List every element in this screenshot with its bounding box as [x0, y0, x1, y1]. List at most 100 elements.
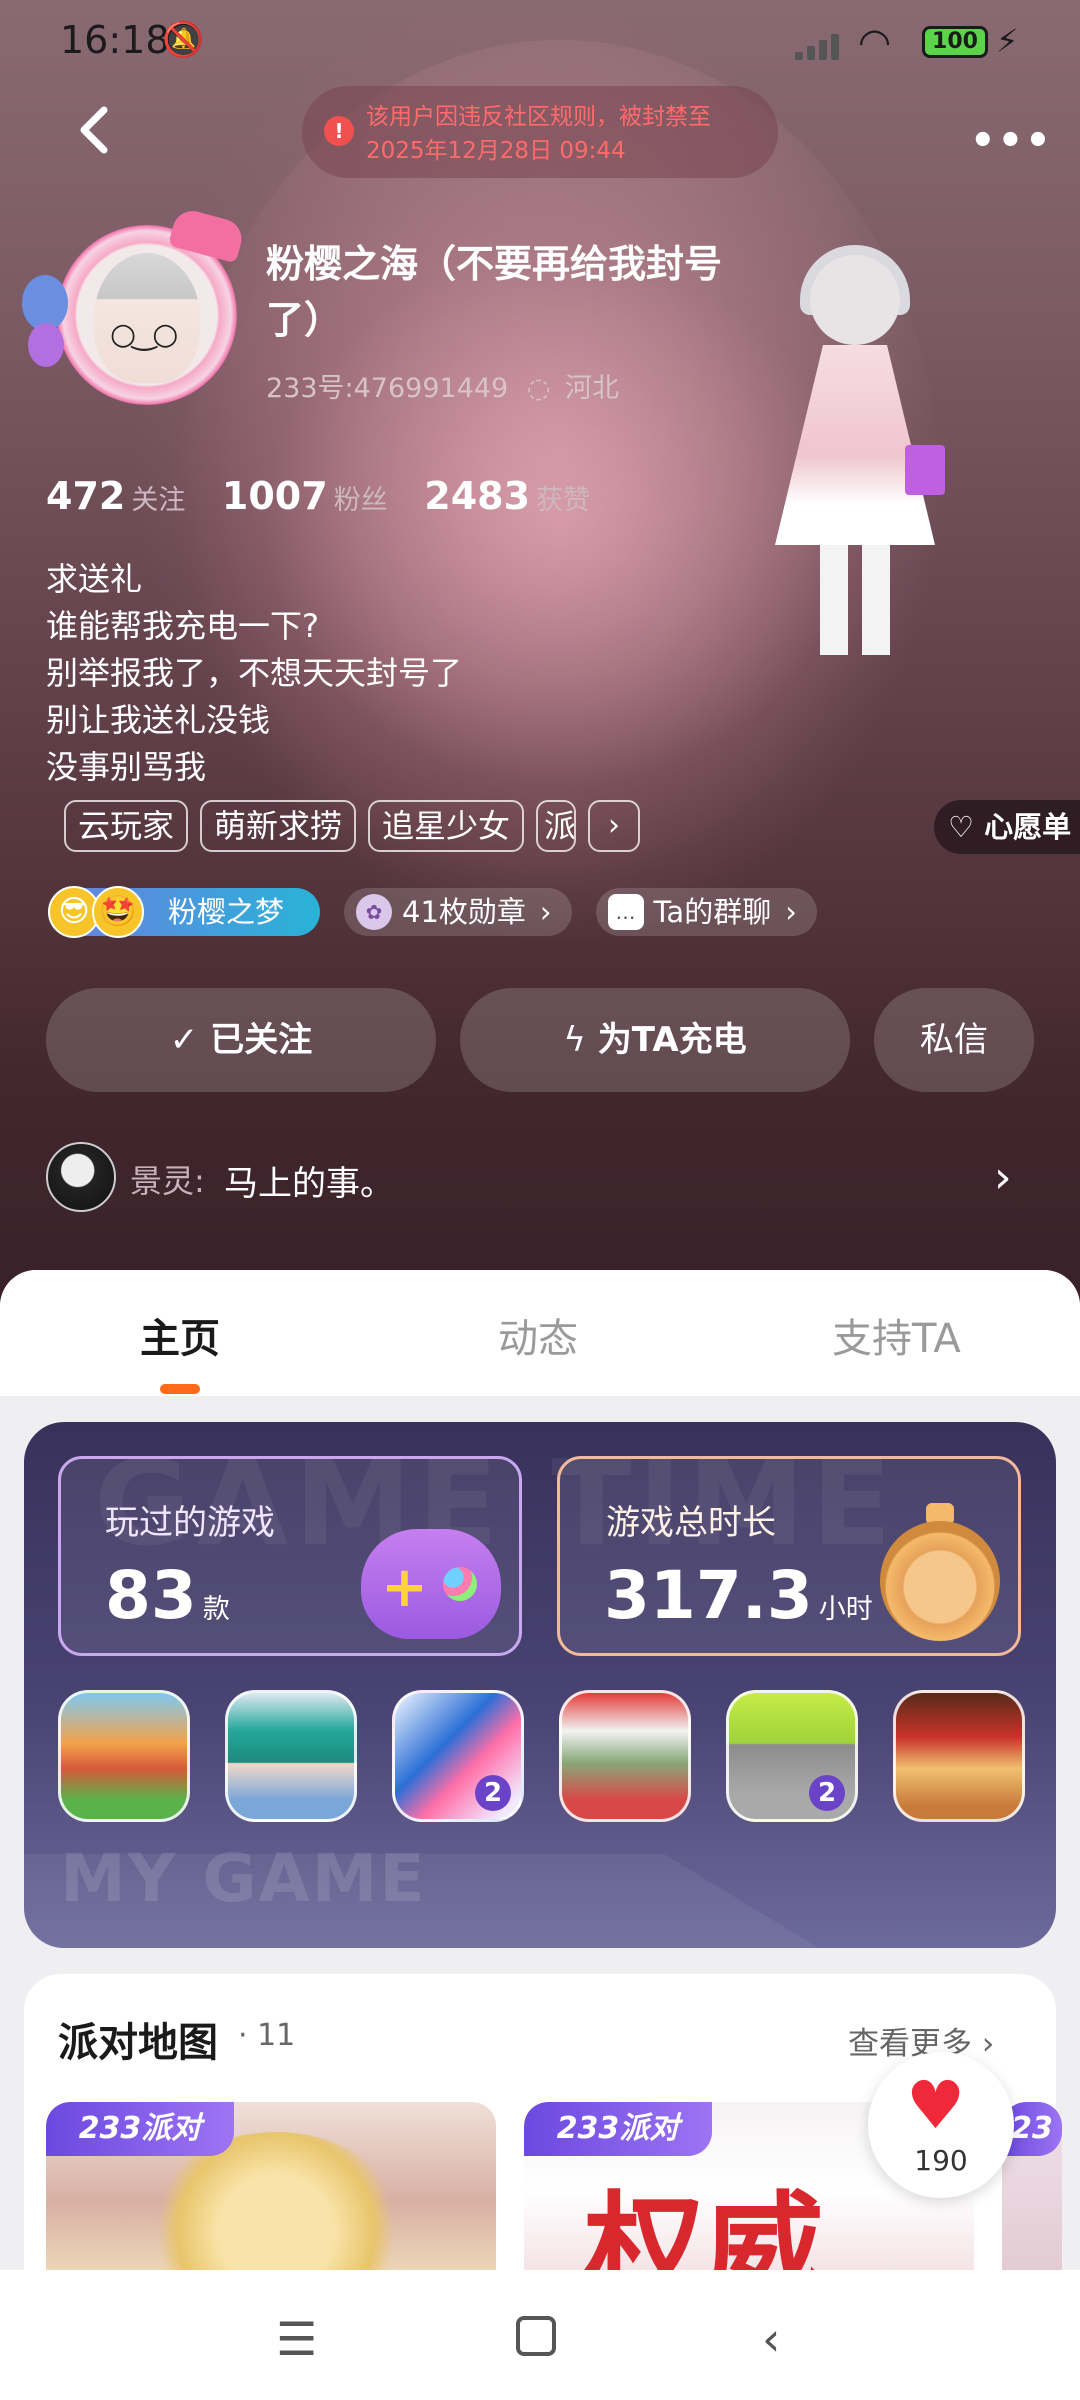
play-time-box[interactable]: 游戏总时长 317.3 小时 [557, 1456, 1021, 1656]
glasses-decoration: ○‿○ [110, 317, 178, 352]
stopwatch-icon [880, 1521, 1000, 1641]
clock: 16:18 [60, 18, 170, 62]
fan-group-badge[interactable]: 😎 🤩 粉樱之梦 [48, 886, 320, 938]
gamepad-icon [361, 1529, 501, 1639]
play-time-unit: 小时 [818, 1594, 873, 1625]
anime-girl-game-icon[interactable] [225, 1690, 357, 1822]
back-button[interactable] [70, 100, 120, 160]
fans-count: 1007 [221, 474, 328, 518]
medals-button[interactable]: ✿ 41枚勋章 › [344, 888, 572, 936]
message-button[interactable]: 私信 [874, 988, 1034, 1092]
version-badge: 2 [809, 1775, 845, 1811]
profile-stats: 472 关注 1007 粉丝 2483 获赞 [46, 474, 618, 518]
checkmark-icon: ✓ [169, 1020, 199, 1060]
fans-stat[interactable]: 1007 粉丝 [222, 474, 388, 518]
group-chat-label: Ta的群聊 [653, 895, 772, 929]
play-time-count: 317.3 小时 [604, 1557, 873, 1634]
follow-label: 已关注 [210, 1020, 313, 1060]
game-stats-card[interactable]: GAME TIME MY GAME 玩过的游戏 83款 游戏总时长 317.3小… [24, 1422, 1056, 1948]
games-played-label: 玩过的游戏 [105, 1503, 275, 1543]
tag[interactable]: 云玩家 [64, 800, 189, 852]
charge-button[interactable]: ϟ 为TA充电 [460, 988, 850, 1092]
talking-tom-friends-icon[interactable] [559, 1690, 691, 1822]
more-options-button[interactable]: ••• [970, 118, 1053, 164]
charging-bolt-icon: ⚡ [996, 22, 1019, 60]
back-icon[interactable]: ‹ [762, 2312, 780, 2366]
ban-notice-banner: ! 该用户因违反社区规则，被封禁至 2025年12月28日 09:44 [302, 86, 778, 178]
star-eyes-emoji-icon: 🤩 [92, 886, 144, 938]
profile-actions: ✓ 已关注 ϟ 为TA充电 私信 [46, 988, 1034, 1092]
commenter-name: 景灵: [130, 1162, 205, 1200]
town-game-icon[interactable] [58, 1690, 190, 1822]
like-count: 190 [914, 2144, 968, 2177]
wishlist-label: 心愿单 [984, 810, 1072, 844]
following-count: 472 [46, 474, 126, 518]
chevron-right-icon: › [994, 1152, 1012, 1203]
chat-icon: … [607, 894, 644, 930]
location: 河北 [565, 373, 619, 404]
bio-line: 别举报我了，不想天天封号了 [46, 654, 463, 692]
tags-expand-button[interactable]: › [588, 800, 641, 852]
tag[interactable]: 派 [536, 800, 577, 852]
home-icon[interactable] [516, 2316, 556, 2356]
heart-outline-icon: ♡ [948, 810, 974, 844]
fans-label: 粉丝 [333, 485, 388, 516]
location-pin-icon: ◌ [526, 373, 551, 404]
system-navigation-bar: ☰ ‹ [0, 2270, 1080, 2400]
games-played-unit: 款 [202, 1594, 230, 1625]
tab-indicator [160, 1384, 200, 1394]
chevron-left-icon [80, 106, 108, 154]
lightning-icon: ϟ [563, 1020, 586, 1060]
medal-icon: ✿ [356, 894, 392, 930]
chevron-right-icon: › [539, 895, 552, 929]
played-games-list: 2 2 [58, 1690, 1025, 1822]
following-stat[interactable]: 472 关注 [46, 474, 185, 518]
likes-label: 获赞 [536, 485, 591, 516]
chevron-right-icon: › [785, 895, 797, 929]
tag[interactable]: 追星少女 [368, 800, 525, 852]
user-id[interactable]: 233号:476991449 [266, 373, 508, 404]
likes-count: 2483 [424, 474, 531, 518]
fan-group-name: 粉樱之梦 [168, 895, 285, 929]
gift-icon [905, 445, 945, 495]
avatar[interactable]: ○‿○ [22, 205, 252, 435]
likes-stat[interactable]: 2483 获赞 [424, 474, 591, 518]
tab-home[interactable]: 主页 [140, 1306, 220, 1364]
party-tag: 233派对 [524, 2102, 712, 2156]
party-maps-title: 派对地图 [58, 2020, 218, 2066]
talking-tom-2-icon[interactable]: 2 [726, 1690, 858, 1822]
tag[interactable]: 萌新求捞 [200, 800, 357, 852]
shawarma-game-icon[interactable] [893, 1690, 1025, 1822]
bio-line: 没事别骂我 [46, 748, 207, 786]
play-time-value: 317.3 [604, 1557, 813, 1634]
version-badge: 2 [475, 1775, 511, 1811]
like-button[interactable]: ♥ 190 [868, 2052, 1014, 2198]
party-maps-count: · 11 [238, 2018, 296, 2053]
badge-row: 😎 🤩 粉樱之梦 ✿ 41枚勋章 › … Ta的群聊 › [48, 886, 817, 938]
charge-label: 为TA充电 [597, 1020, 747, 1060]
avatar-figure[interactable] [760, 245, 950, 665]
tab-activity[interactable]: 动态 [498, 1306, 578, 1364]
games-played-box[interactable]: 玩过的游戏 83 款 [58, 1456, 522, 1656]
follow-button[interactable]: ✓ 已关注 [46, 988, 436, 1092]
talking-angela-2-icon[interactable]: 2 [392, 1690, 524, 1822]
games-played-count: 83 款 [105, 1557, 230, 1634]
balloon-decoration [28, 323, 64, 367]
ban-notice-line2: 2025年12月28日 09:44 [366, 138, 626, 164]
interest-tags: 云玩家 萌新求捞 追星少女 派 › [64, 800, 641, 852]
wishlist-button[interactable]: ♡ 心愿单 [934, 800, 1080, 854]
featured-comment[interactable]: 景灵: 马上的事。 › [46, 1140, 1036, 1214]
party-tag: 233派对 [46, 2102, 234, 2156]
tab-support[interactable]: 支持TA [832, 1306, 961, 1364]
status-bar: 16:18 🔕 ◠ 100 ⚡ [0, 0, 1080, 84]
commenter-avatar [46, 1142, 116, 1212]
mute-bell-icon: 🔕 [162, 20, 205, 60]
battery-icon: 100 [922, 26, 988, 58]
menu-icon[interactable]: ☰ [276, 2312, 317, 2366]
bio-line: 谁能帮我充电一下? [46, 607, 319, 645]
comment-text: 马上的事。 [224, 1164, 394, 1204]
bio-line: 求送礼 [46, 560, 143, 598]
content-sheet: 主页 动态 支持TA GAME TIME MY GAME 玩过的游戏 83款 游… [0, 1270, 1080, 2400]
games-played-value: 83 [105, 1557, 197, 1634]
group-chat-button[interactable]: … Ta的群聊 › [595, 888, 817, 936]
